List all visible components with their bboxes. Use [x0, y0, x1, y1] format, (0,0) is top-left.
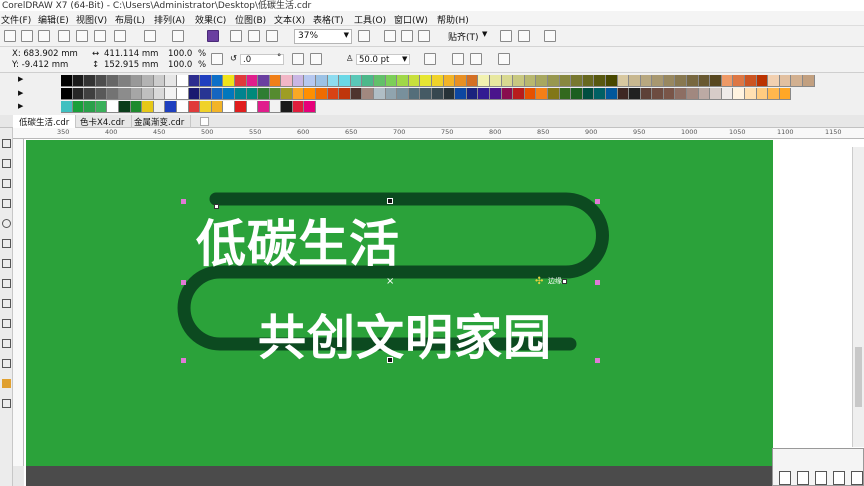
center-cross-icon[interactable]: × — [386, 276, 394, 287]
artwork-band[interactable] — [0, 0, 864, 486]
headline-civilized-home[interactable]: 共创文明家园 — [258, 298, 552, 368]
node-handle[interactable] — [562, 279, 567, 284]
selection-handle[interactable] — [181, 199, 186, 204]
selection-handle[interactable] — [595, 358, 600, 363]
scroll-thumb[interactable] — [855, 347, 862, 407]
selection-handle[interactable] — [595, 199, 600, 204]
selection-handle[interactable] — [181, 280, 186, 285]
docker-icon[interactable] — [815, 471, 827, 485]
selection-handle[interactable] — [387, 357, 393, 363]
docker-icon[interactable] — [833, 471, 845, 485]
selection-handle[interactable] — [181, 358, 186, 363]
node-handle[interactable] — [214, 204, 219, 209]
vertical-scrollbar[interactable] — [852, 147, 864, 447]
docker-icon[interactable] — [779, 471, 791, 485]
selection-handle[interactable] — [387, 198, 393, 204]
snap-label: 边缘 — [548, 277, 562, 285]
docker-icon[interactable] — [797, 471, 809, 485]
docker-panel — [772, 448, 864, 486]
docker-icon[interactable] — [851, 471, 863, 485]
headline-low-carbon[interactable]: 低碳生活 — [196, 204, 400, 276]
selection-handle[interactable] — [595, 280, 600, 285]
snap-point-icon: ✣ — [535, 276, 544, 287]
